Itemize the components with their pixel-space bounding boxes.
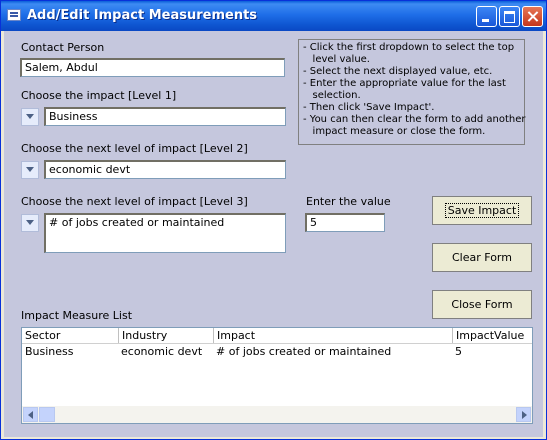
maximize-button[interactable] — [499, 6, 520, 27]
level1-field[interactable]: Business — [44, 107, 286, 126]
save-impact-label: Save Impact — [444, 203, 520, 218]
instruction-line: selection. — [303, 90, 361, 101]
level3-field[interactable]: # of jobs created or maintained — [44, 213, 286, 253]
clear-form-label: Clear Form — [452, 251, 512, 264]
column-header-industry[interactable]: Industry — [118, 328, 213, 343]
row-impactvalue: 5 — [455, 345, 462, 358]
instruction-line: impact measure or close the form. — [303, 126, 486, 137]
save-impact-button[interactable]: Save Impact — [432, 196, 532, 225]
impact-window: Add/Edit Impact Measurements Contact Per… — [0, 0, 547, 440]
column-header-impact[interactable]: Impact — [213, 328, 452, 343]
row-industry: economic devt — [121, 345, 203, 358]
form-icon[interactable] — [7, 9, 21, 21]
column-header-impactvalue[interactable]: ImpactValue — [452, 328, 532, 343]
level3-label: Choose the next level of impact [Level 3… — [21, 195, 248, 208]
level1-dropdown-button[interactable] — [21, 108, 39, 126]
minimize-button[interactable] — [476, 6, 497, 27]
level2-label: Choose the next level of impact [Level 2… — [21, 142, 248, 155]
row-sector: Business — [25, 345, 74, 358]
level3-dropdown-button[interactable] — [21, 214, 39, 232]
form-body: Contact Person Salem, Abdul Choose the i… — [4, 31, 543, 437]
column-header-sector[interactable]: Sector — [22, 328, 118, 343]
window-title: Add/Edit Impact Measurements — [27, 8, 258, 23]
instruction-line: level value. — [303, 54, 370, 65]
row-impact: # of jobs created or maintained — [216, 345, 392, 358]
list-header: Sector Industry Impact ImpactValue — [22, 328, 532, 344]
clear-form-button[interactable]: Clear Form — [432, 243, 532, 272]
instruction-line: - You can then clear the form to add ano… — [303, 114, 526, 125]
instruction-line: - Then click 'Save Impact'. — [303, 102, 435, 113]
level2-field[interactable]: economic devt — [44, 160, 286, 179]
instructions-box: - Click the first dropdown to select the… — [298, 39, 526, 145]
instruction-line: - Click the first dropdown to select the… — [303, 42, 515, 53]
level2-dropdown-button[interactable] — [21, 161, 39, 179]
level1-label: Choose the impact [Level 1] — [21, 89, 177, 102]
list-label: Impact Measure List — [21, 309, 133, 322]
value-label: Enter the value — [306, 195, 391, 208]
scroll-thumb[interactable] — [39, 407, 55, 422]
title-bar[interactable]: Add/Edit Impact Measurements — [1, 1, 546, 31]
instruction-line: - Enter the appropriate value for the la… — [303, 78, 506, 89]
value-field[interactable]: 5 — [305, 213, 385, 232]
contact-label: Contact Person — [21, 41, 105, 54]
instruction-line: - Select the next displayed value, etc. — [303, 66, 493, 77]
contact-field[interactable]: Salem, Abdul — [20, 58, 285, 77]
close-window-button[interactable] — [522, 6, 543, 27]
scroll-left-icon[interactable] — [23, 407, 38, 422]
impact-list[interactable]: Sector Industry Impact ImpactValue Busin… — [21, 327, 533, 424]
close-form-button[interactable]: Close Form — [432, 290, 532, 319]
scroll-right-icon[interactable] — [516, 407, 531, 422]
horizontal-scrollbar[interactable] — [22, 406, 532, 423]
close-form-label: Close Form — [451, 298, 513, 311]
